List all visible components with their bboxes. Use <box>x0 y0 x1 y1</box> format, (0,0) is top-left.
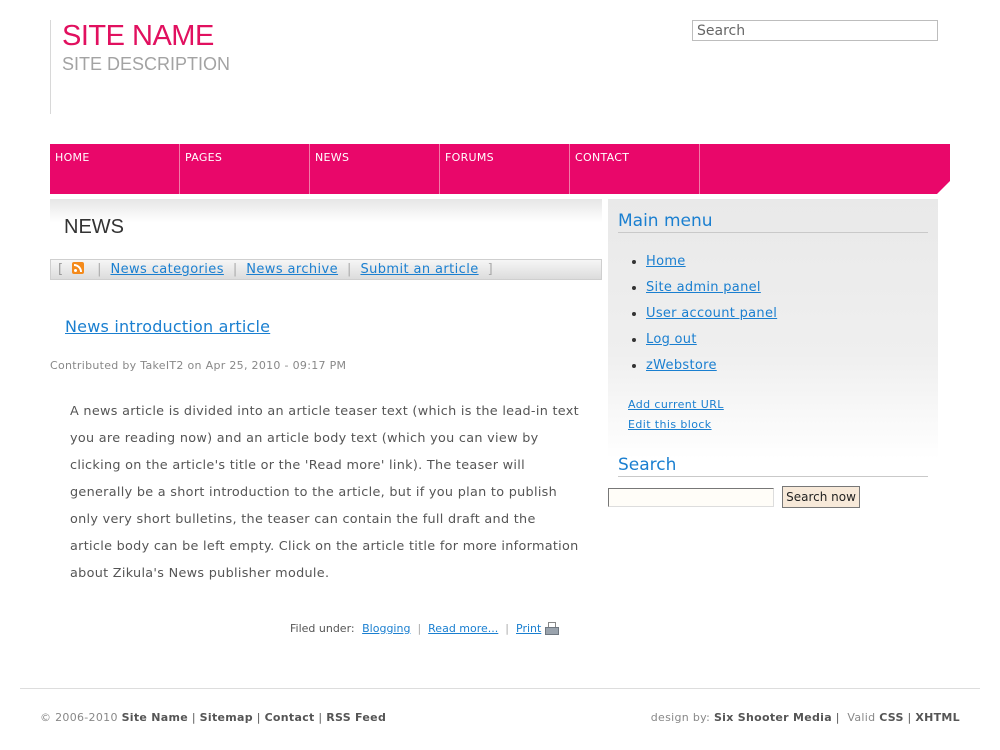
menu-list-item: Home <box>646 249 777 275</box>
menu-item-user-account[interactable]: User account panel <box>646 306 777 321</box>
separator: | <box>417 622 422 635</box>
main-nav: HOME PAGES NEWS FORUMS CONTACT <box>50 144 950 194</box>
article-footer: Filed under: Blogging | Read more... | Print <box>290 622 560 635</box>
article-body: A news article is divided into an articl… <box>70 404 579 581</box>
separator: | <box>97 262 102 277</box>
site-description: SITE DESCRIPTION <box>62 54 231 74</box>
header-divider <box>50 20 51 114</box>
menu-list-item: User account panel <box>646 301 777 327</box>
designer-link[interactable]: Six Shooter Media <box>714 711 832 724</box>
footer-sitemap-link[interactable]: Sitemap <box>200 711 253 724</box>
footer-site-name-link[interactable]: Site Name <box>122 711 189 724</box>
separator: | <box>505 622 509 635</box>
separator: | <box>256 711 261 724</box>
article-meta: Contributed by TakeIT2 on Apr 25, 2010 -… <box>50 359 347 372</box>
printer-icon[interactable] <box>544 622 560 635</box>
valid-css-link[interactable]: CSS <box>879 711 904 724</box>
separator: | <box>318 711 323 724</box>
separator: | <box>232 262 238 277</box>
nav-item-pages[interactable]: PAGES <box>180 144 310 194</box>
menu-item-log-out[interactable]: Log out <box>646 332 697 347</box>
search-block-title: Search <box>618 455 928 477</box>
bracket-open: [ <box>58 262 64 277</box>
copyright: © 2006-2010 <box>40 711 118 724</box>
menu-item-zwebstore[interactable]: zWebstore <box>646 358 717 373</box>
sidebar-main-menu: Main menu Home Site admin panel User acc… <box>608 199 938 459</box>
page-title: NEWS <box>64 216 124 238</box>
valid-label: Valid <box>847 711 876 724</box>
nav-item-news[interactable]: NEWS <box>310 144 440 194</box>
rss-icon[interactable] <box>72 262 85 274</box>
menu-item-site-admin[interactable]: Site admin panel <box>646 280 761 295</box>
news-header: NEWS <box>50 199 602 257</box>
block-admin-links: Add current URL Edit this block <box>628 395 724 435</box>
article-title-link[interactable]: News introduction article <box>65 317 270 336</box>
nav-item-forums[interactable]: FORUMS <box>440 144 570 194</box>
nav-item-contact[interactable]: CONTACT <box>570 144 700 194</box>
bracket-close: ] <box>487 262 493 277</box>
design-by-label: design by: <box>650 711 711 724</box>
menu-list-item: Site admin panel <box>646 275 777 301</box>
filed-under-label: Filed under: <box>290 622 355 635</box>
header-search-input[interactable] <box>692 20 938 41</box>
menu-list-item: zWebstore <box>646 353 777 379</box>
search-now-button[interactable]: Search now <box>782 486 860 508</box>
footer-divider <box>20 688 980 689</box>
read-more-link[interactable]: Read more... <box>428 622 498 635</box>
add-current-url-link[interactable]: Add current URL <box>628 395 724 415</box>
print-link[interactable]: Print <box>516 622 541 635</box>
nav-corner-notch <box>937 181 950 194</box>
main-menu-list: Home Site admin panel User account panel… <box>626 249 777 379</box>
news-categories-link[interactable]: News categories <box>110 262 223 277</box>
footer-rss-link[interactable]: RSS Feed <box>326 711 386 724</box>
footer-right: design by: Six Shooter Media | Valid CSS… <box>651 711 960 724</box>
edit-block-link[interactable]: Edit this block <box>628 415 724 435</box>
separator: | <box>907 711 912 724</box>
category-link[interactable]: Blogging <box>362 622 410 635</box>
footer-left: © 2006-2010 Site Name | Sitemap | Contac… <box>40 711 386 724</box>
valid-xhtml-link[interactable]: XHTML <box>915 711 960 724</box>
news-archive-link[interactable]: News archive <box>246 262 338 277</box>
news-links-bar: [ | News categories | News archive | Submit an… <box>50 259 602 280</box>
sidebar-search-input[interactable] <box>608 488 774 507</box>
site-name[interactable]: SITE NAME <box>62 20 214 53</box>
separator: | <box>347 262 352 277</box>
separator: | <box>835 711 840 724</box>
main-menu-title: Main menu <box>618 211 928 233</box>
submit-article-link[interactable]: Submit an article <box>360 262 478 277</box>
footer-contact-link[interactable]: Contact <box>265 711 315 724</box>
nav-item-home[interactable]: HOME <box>50 144 180 194</box>
separator: | <box>191 711 196 724</box>
menu-list-item: Log out <box>646 327 777 353</box>
menu-item-home[interactable]: Home <box>646 254 686 269</box>
